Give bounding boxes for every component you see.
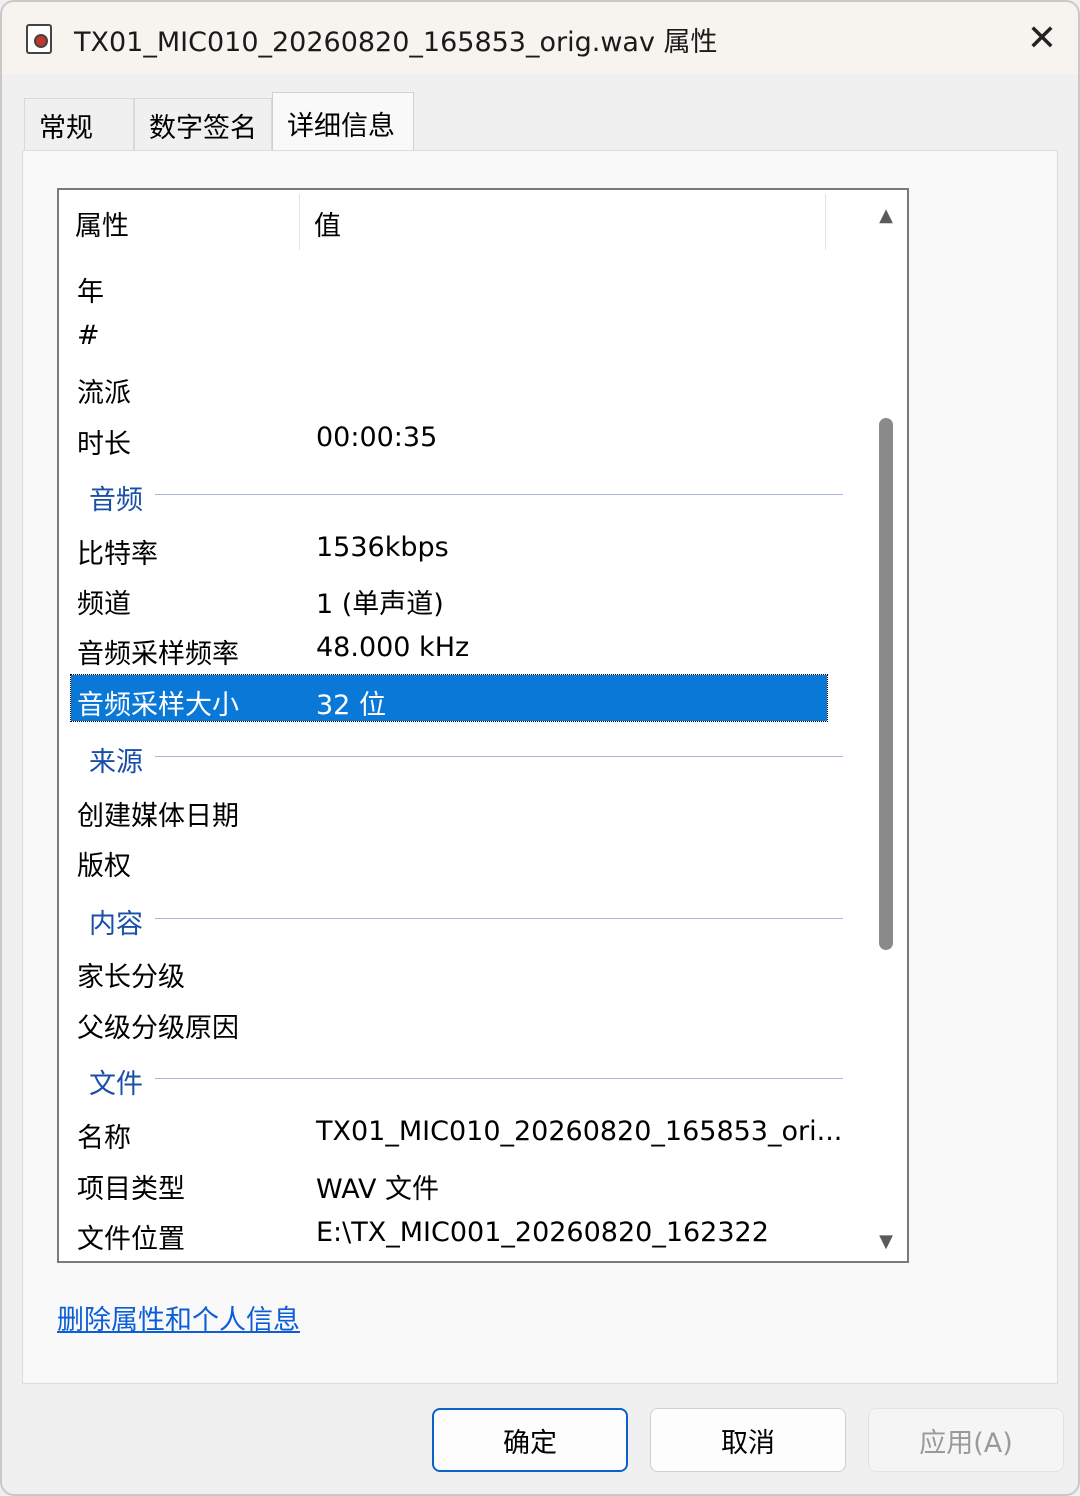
list-item[interactable]: 时长 00:00:35	[71, 414, 827, 460]
property-value: 1 (单声道)	[316, 589, 444, 620]
group-divider	[155, 1078, 843, 1079]
tab-digital-signatures[interactable]: 数字签名	[134, 98, 272, 152]
property-name: 音频采样大小	[77, 690, 239, 721]
list-item[interactable]: 项目类型 WAV 文件	[71, 1159, 827, 1205]
group-label: 音频	[89, 485, 143, 516]
group-header-content: 内容	[71, 898, 843, 940]
property-value: TX01_MIC010_20260820_165853_ori...	[316, 1116, 843, 1147]
column-divider[interactable]	[825, 194, 826, 250]
property-name: 流派	[77, 378, 131, 409]
property-name: 时长	[77, 429, 131, 460]
scroll-up-arrow-icon[interactable]: ▲	[877, 205, 895, 226]
group-label: 内容	[89, 909, 143, 940]
property-name: 年	[77, 277, 104, 308]
property-value: WAV 文件	[316, 1174, 440, 1205]
group-label: 来源	[89, 747, 143, 778]
property-name: 文件位置	[77, 1224, 185, 1255]
property-value: 1536kbps	[316, 532, 449, 563]
list-item[interactable]: #	[71, 312, 827, 358]
property-name: #	[77, 320, 100, 351]
list-item-selected[interactable]: 音频采样大小 32 位	[70, 674, 828, 722]
property-name: 频道	[77, 589, 131, 620]
group-divider	[155, 494, 843, 495]
list-item[interactable]: 文件位置 E:\TX_MIC001_20260820_162322	[71, 1209, 827, 1255]
property-name: 名称	[77, 1123, 131, 1154]
property-name: 创建媒体日期	[77, 801, 239, 832]
group-header-file: 文件	[71, 1058, 843, 1100]
list-item[interactable]: 年	[71, 262, 827, 308]
list-item[interactable]: 父级分级原因	[71, 998, 827, 1044]
scroll-down-arrow-icon[interactable]: ▼	[877, 1231, 895, 1252]
group-divider	[155, 918, 843, 919]
property-name: 家长分级	[77, 962, 185, 993]
list-item[interactable]: 创建媒体日期	[71, 786, 827, 832]
scrollbar-thumb[interactable]	[879, 418, 893, 950]
tab-details[interactable]: 详细信息	[272, 92, 414, 154]
list-item[interactable]: 音频采样频率 48.000 kHz	[71, 624, 827, 670]
group-label: 文件	[89, 1069, 143, 1100]
property-name: 项目类型	[77, 1174, 185, 1205]
column-divider[interactable]	[299, 194, 300, 250]
property-name: 版权	[77, 851, 131, 882]
list-item[interactable]: 版权	[71, 836, 827, 882]
window-title: TX01_MIC010_20260820_165853_orig.wav 属性	[74, 27, 718, 58]
list-item[interactable]: 名称 TX01_MIC010_20260820_165853_ori...	[71, 1108, 842, 1154]
property-value: 32 位	[316, 690, 386, 721]
group-divider	[155, 756, 843, 757]
property-name: 父级分级原因	[77, 1013, 239, 1044]
property-name: 音频采样频率	[77, 639, 239, 670]
property-list[interactable]: 属性 值 年 # 流派 时长 00:00:35 音频 比特率 1536kbps	[57, 188, 909, 1263]
title-bar: TX01_MIC010_20260820_165853_orig.wav 属性 …	[2, 2, 1078, 74]
cancel-button[interactable]: 取消	[650, 1408, 846, 1472]
properties-dialog: TX01_MIC010_20260820_165853_orig.wav 属性 …	[0, 0, 1080, 1496]
column-header-property[interactable]: 属性	[75, 204, 129, 243]
tab-general[interactable]: 常规	[24, 98, 134, 152]
list-item[interactable]: 流派	[71, 363, 827, 409]
list-item[interactable]: 家长分级	[71, 947, 827, 993]
column-header-value[interactable]: 值	[314, 204, 341, 243]
ok-button[interactable]: 确定	[432, 1408, 628, 1472]
group-header-audio: 音频	[71, 474, 843, 516]
list-item[interactable]: 比特率 1536kbps	[71, 524, 827, 570]
property-value: E:\TX_MIC001_20260820_162322	[316, 1217, 769, 1248]
wav-file-icon	[26, 24, 52, 54]
close-button[interactable]: ✕	[1012, 12, 1072, 64]
property-name: 比特率	[77, 539, 158, 570]
apply-button[interactable]: 应用(A)	[868, 1408, 1064, 1472]
remove-properties-link[interactable]: 删除属性和个人信息	[57, 1298, 300, 1337]
property-value: 00:00:35	[316, 422, 438, 453]
list-item[interactable]: 频道 1 (单声道)	[71, 574, 827, 620]
property-value: 48.000 kHz	[316, 632, 470, 663]
group-header-source: 来源	[71, 736, 843, 778]
